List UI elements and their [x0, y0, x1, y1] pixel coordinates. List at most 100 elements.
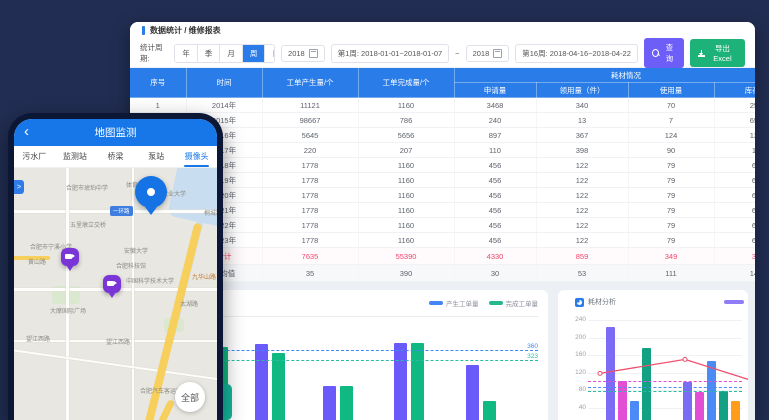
table-cell: 35	[262, 265, 358, 282]
table-cell: 110	[454, 143, 536, 158]
table-row: 92022年177811604561227967	[130, 218, 755, 233]
reference-line-label: 323	[527, 353, 538, 360]
phone-tab-污水厂[interactable]: 污水厂	[14, 146, 55, 167]
export-button-label: 导出Excel	[708, 43, 737, 63]
legend-pill-icon	[489, 301, 503, 305]
period-option-月[interactable]: 月	[220, 45, 243, 62]
end-week-value: 第16周: 2018-04-16~2018-04-22	[522, 48, 631, 59]
table-row: 12014年111211160346834070250	[130, 98, 755, 113]
table-cell: 1160	[358, 98, 454, 113]
all-filter-button[interactable]: 全部	[175, 382, 205, 412]
period-label: 统计周期:	[140, 42, 168, 64]
table-cell: 122	[536, 173, 628, 188]
end-week-input[interactable]: 第16周: 2018-04-16~2018-04-22	[515, 44, 638, 63]
table-cell: 456	[454, 203, 536, 218]
table-cell: 79	[628, 158, 714, 173]
table-header: 工单完成量/个	[358, 68, 454, 98]
camera-pin-icon[interactable]	[103, 275, 121, 293]
back-chevron-icon[interactable]: ‹	[24, 123, 29, 141]
period-option-日[interactable]: 日	[265, 45, 275, 62]
table-cell: 897	[454, 128, 536, 143]
table-cell: 367	[536, 128, 628, 143]
table-cell: 67	[714, 218, 755, 233]
legend-item[interactable]: 完成工单量	[489, 298, 539, 308]
phone-tab-bar: 污水厂监测站桥梁泵站摄像头	[14, 146, 217, 168]
table-cell: 11121	[262, 98, 358, 113]
report-table: 序号时间工单产生量/个工单完成量/个耗材情况申请量领用量（件）使用量库存量120…	[130, 68, 755, 282]
table-row: 32016年56455656897367124129	[130, 128, 755, 143]
filter-bar: 统计周期: 年季月周日 2018 第1周: 2018-01-01~2018-01…	[130, 39, 755, 68]
range-separator: ~	[455, 49, 459, 58]
table-cell: 1778	[262, 233, 358, 248]
table-cell: 240	[454, 113, 536, 128]
legend-item[interactable]: 产生工单量	[429, 298, 479, 308]
table-cell: 207	[358, 143, 454, 158]
map-place-label: 中国科学技术大学	[126, 276, 174, 285]
map-place-label: 合肥市琥珀中学	[66, 183, 108, 192]
table-cell: 79	[628, 173, 714, 188]
calendar-icon	[309, 49, 318, 58]
table-cell: 79	[628, 218, 714, 233]
table-cell: 79	[628, 233, 714, 248]
table-cell: 122	[536, 188, 628, 203]
trend-line	[558, 290, 748, 420]
table-cell: 650	[714, 113, 755, 128]
breadcrumb-text: 数据统计 / 维修报表	[150, 25, 221, 36]
end-year-select[interactable]: 2018	[466, 45, 510, 62]
map-view[interactable]: 一环路 > 全部 体育场安徽农业大学合肥市琥珀中学五里墩立交桥合肥市宁溪小学安徽…	[14, 168, 217, 420]
period-option-季[interactable]: 季	[198, 45, 221, 62]
table-row: 62019年177811604561227967	[130, 173, 755, 188]
table-cell: 2014年	[186, 98, 262, 113]
table-subheader: 申请量	[454, 83, 536, 98]
period-option-周[interactable]: 周	[243, 45, 266, 62]
table-cell: 55390	[358, 248, 454, 265]
table-cell: 3468	[454, 98, 536, 113]
table-cell: 390	[358, 265, 454, 282]
query-button[interactable]: 查询	[644, 38, 684, 68]
screenshot-root: 数据统计 / 维修报表 统计周期: 年季月周日 2018 第1周: 2018-0…	[0, 0, 769, 420]
map-place-label: 黄山路	[28, 257, 46, 266]
map-place-label: 桐城路	[204, 208, 217, 217]
table-cell: 456	[454, 188, 536, 203]
table-cell: 1778	[262, 203, 358, 218]
expand-arrow-icon[interactable]: >	[14, 180, 24, 194]
query-button-label: 查询	[663, 42, 676, 64]
table-average-row: 平均值353903053111141	[130, 265, 755, 282]
download-icon	[698, 50, 704, 57]
camera-pin-icon[interactable]	[61, 248, 79, 266]
phone-tab-监测站[interactable]: 监测站	[55, 146, 96, 167]
period-option-年[interactable]: 年	[175, 45, 198, 62]
table-cell: 67	[714, 158, 755, 173]
consumable-chart-card: 耗材分析 2402001601208040	[558, 290, 748, 420]
table-cell: 398	[536, 143, 628, 158]
bar	[466, 365, 479, 420]
table-cell: 250	[714, 98, 755, 113]
phone-tab-摄像头[interactable]: 摄像头	[176, 146, 217, 167]
bar	[394, 343, 407, 420]
calendar-icon	[493, 49, 502, 58]
phone-header: ‹ 地图监测	[14, 119, 217, 146]
table-header-group: 耗材情况	[454, 68, 755, 83]
location-pin-icon[interactable]	[135, 176, 167, 208]
start-week-input[interactable]: 第1周: 2018-01-01~2018-01-07	[331, 44, 449, 63]
dashboard-card: 数据统计 / 维修报表 统计周期: 年季月周日 2018 第1周: 2018-0…	[130, 22, 755, 420]
table-cell: 124	[628, 128, 714, 143]
export-excel-button[interactable]: 导出Excel	[690, 39, 745, 67]
bar	[255, 344, 268, 420]
table-cell: 67	[714, 173, 755, 188]
start-year-select[interactable]: 2018	[281, 45, 325, 62]
workorder-chart-legend: 产生工单量完成工单量	[429, 298, 538, 308]
phone-tab-泵站[interactable]: 泵站	[136, 146, 177, 167]
table-cell: 111	[628, 265, 714, 282]
table-cell: 70	[628, 98, 714, 113]
table-subheader: 领用量（件）	[536, 83, 628, 98]
phone-tab-桥梁[interactable]: 桥梁	[95, 146, 136, 167]
map-road	[66, 168, 69, 420]
table-subheader: 使用量	[628, 83, 714, 98]
bar	[323, 386, 336, 420]
table-header: 序号	[130, 68, 186, 98]
map-place-label: 安徽大学	[124, 246, 148, 255]
phone-screen: ‹ 地图监测 污水厂监测站桥梁泵站摄像头 一环路	[14, 119, 217, 420]
table-cell: 1160	[358, 158, 454, 173]
camera-glyph	[65, 254, 72, 259]
